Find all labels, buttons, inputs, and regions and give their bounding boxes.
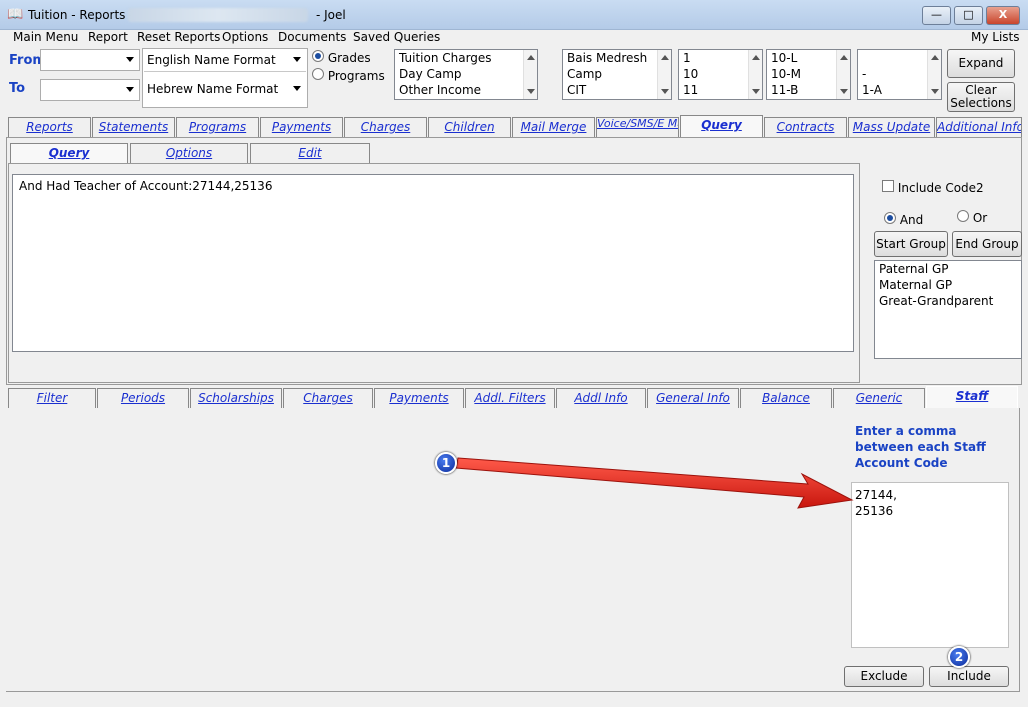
list-item[interactable]: Day Camp (395, 66, 537, 82)
tab-additional-info[interactable]: Additional Info (936, 117, 1022, 137)
scrollbar[interactable] (523, 50, 537, 99)
hebrew-name-format-combo[interactable]: Hebrew Name Format (144, 79, 306, 101)
classes-listbox[interactable]: 10-L 10-M 11-B (766, 49, 851, 100)
and-radio[interactable]: And (884, 212, 923, 227)
misc-listbox[interactable]: - 1-A (857, 49, 942, 100)
english-name-format-combo[interactable]: English Name Format (144, 50, 306, 72)
menu-report[interactable]: Report (88, 30, 128, 44)
filter-tab-strip: Filter Periods Scholarships Charges Paym… (8, 386, 1020, 409)
tab-filter[interactable]: Filter (8, 388, 96, 408)
subtab-options[interactable]: Options (130, 143, 248, 163)
to-label: To (9, 81, 26, 96)
end-group-button[interactable]: End Group (952, 231, 1022, 257)
staff-codes-textbox[interactable]: 27144, 25136 (851, 482, 1009, 648)
title-bar: 📖 Tuition - Reports - - Joel — □ X (0, 0, 1028, 30)
window-title: Tuition - Reports - (28, 8, 134, 22)
tab-programs[interactable]: Programs (176, 117, 259, 137)
list-item[interactable]: Maternal GP (875, 277, 1021, 293)
chevron-down-icon (126, 87, 134, 92)
tab-addl-info[interactable]: Addl Info (556, 388, 646, 408)
window-user: - Joel (316, 8, 346, 22)
app-book-icon: 📖 (7, 7, 24, 22)
list-item[interactable]: Camp (563, 66, 671, 82)
tab-general-info[interactable]: General Info (647, 388, 739, 408)
radio-empty-icon (312, 68, 324, 80)
minimize-button[interactable]: — (922, 6, 951, 25)
to-date-combo[interactable] (40, 79, 140, 101)
scrollbar[interactable] (836, 50, 850, 99)
menu-reset-reports[interactable]: Reset Reports (137, 30, 220, 44)
clear-selections-button[interactable]: Clear Selections (947, 82, 1015, 112)
expand-button[interactable]: Expand (947, 49, 1015, 78)
menu-bar: Main Menu Report Reset Reports Options D… (0, 30, 1028, 46)
menu-options[interactable]: Options (222, 30, 268, 44)
list-item[interactable]: CIT (563, 82, 671, 98)
radio-selected-icon (884, 212, 896, 224)
tab-generic[interactable]: Generic (833, 388, 925, 408)
chevron-down-icon (293, 57, 301, 62)
step-badge-1: 1 (435, 452, 457, 474)
chevron-down-icon (126, 57, 134, 62)
scrollbar[interactable] (927, 50, 941, 99)
tab-statements[interactable]: Statements (92, 117, 175, 137)
tab-query[interactable]: Query (680, 115, 763, 138)
redacted-title-segment (128, 8, 308, 22)
checkbox-icon (882, 180, 894, 192)
or-radio[interactable]: Or (957, 210, 987, 225)
menu-my-lists[interactable]: My Lists (971, 30, 1020, 44)
top-tab-strip: Reports Statements Programs Payments Cha… (6, 115, 1022, 138)
start-group-button[interactable]: Start Group (874, 231, 948, 257)
grades-listbox[interactable]: 1 10 11 (678, 49, 763, 100)
menu-documents[interactable]: Documents (278, 30, 346, 44)
tab-staff[interactable]: Staff (926, 386, 1018, 409)
list-item[interactable]: Bais Medresh (563, 50, 671, 66)
from-date-combo[interactable] (40, 49, 140, 71)
maximize-button[interactable]: □ (954, 6, 983, 25)
tab-children[interactable]: Children (428, 117, 511, 137)
scrollbar[interactable] (657, 50, 671, 99)
programs-radio[interactable]: Programs (312, 68, 385, 83)
chevron-down-icon (293, 86, 301, 91)
tab-charges[interactable]: Charges (344, 117, 427, 137)
list-item[interactable]: Great-Grandparent (875, 293, 1021, 309)
menu-saved-queries[interactable]: Saved Queries (353, 30, 440, 44)
tab-reports[interactable]: Reports (8, 117, 91, 137)
tab-balance[interactable]: Balance (740, 388, 832, 408)
list-item[interactable]: Tuition Charges (395, 50, 537, 66)
subtab-query[interactable]: Query (10, 143, 128, 164)
close-button[interactable]: X (986, 6, 1020, 25)
relationship-listbox[interactable]: Paternal GP Maternal GP Great-Grandparen… (874, 260, 1022, 359)
tab-addl-filters[interactable]: Addl. Filters (465, 388, 555, 408)
radio-selected-icon (312, 50, 324, 62)
include-code2-checkbox[interactable]: Include Code2 (882, 180, 984, 195)
grades-radio[interactable]: Grades (312, 50, 371, 65)
query-textbox[interactable]: And Had Teacher of Account:27144,25136 (12, 174, 854, 352)
charges-listbox[interactable]: Tuition Charges Day Camp Other Income (394, 49, 538, 100)
subtab-edit[interactable]: Edit (250, 143, 370, 163)
tab-mail-merge[interactable]: Mail Merge (512, 117, 595, 137)
annotation-arrow (455, 457, 854, 509)
staff-instructions: Enter a comma between each Staff Account… (855, 424, 986, 470)
step-badge-2: 2 (948, 646, 970, 668)
radio-empty-icon (957, 210, 969, 222)
tab-contracts[interactable]: Contracts (764, 117, 847, 137)
include-button[interactable]: Include (929, 666, 1009, 687)
list-item[interactable]: Paternal GP (875, 261, 1021, 277)
tab-voice-sms-email[interactable]: Voice/SMS/E Mail (596, 117, 679, 137)
tab-charges-filter[interactable]: Charges (283, 388, 373, 408)
tab-payments[interactable]: Payments (260, 117, 343, 137)
tab-payments-filter[interactable]: Payments (374, 388, 464, 408)
schools-listbox[interactable]: Bais Medresh Camp CIT (562, 49, 672, 100)
tab-scholarships[interactable]: Scholarships (190, 388, 282, 408)
tab-periods[interactable]: Periods (97, 388, 189, 408)
scrollbar[interactable] (748, 50, 762, 99)
menu-main-menu[interactable]: Main Menu (13, 30, 78, 44)
list-item[interactable]: Other Income (395, 82, 537, 98)
tab-mass-update[interactable]: Mass Update (848, 117, 935, 137)
exclude-button[interactable]: Exclude (844, 666, 924, 687)
